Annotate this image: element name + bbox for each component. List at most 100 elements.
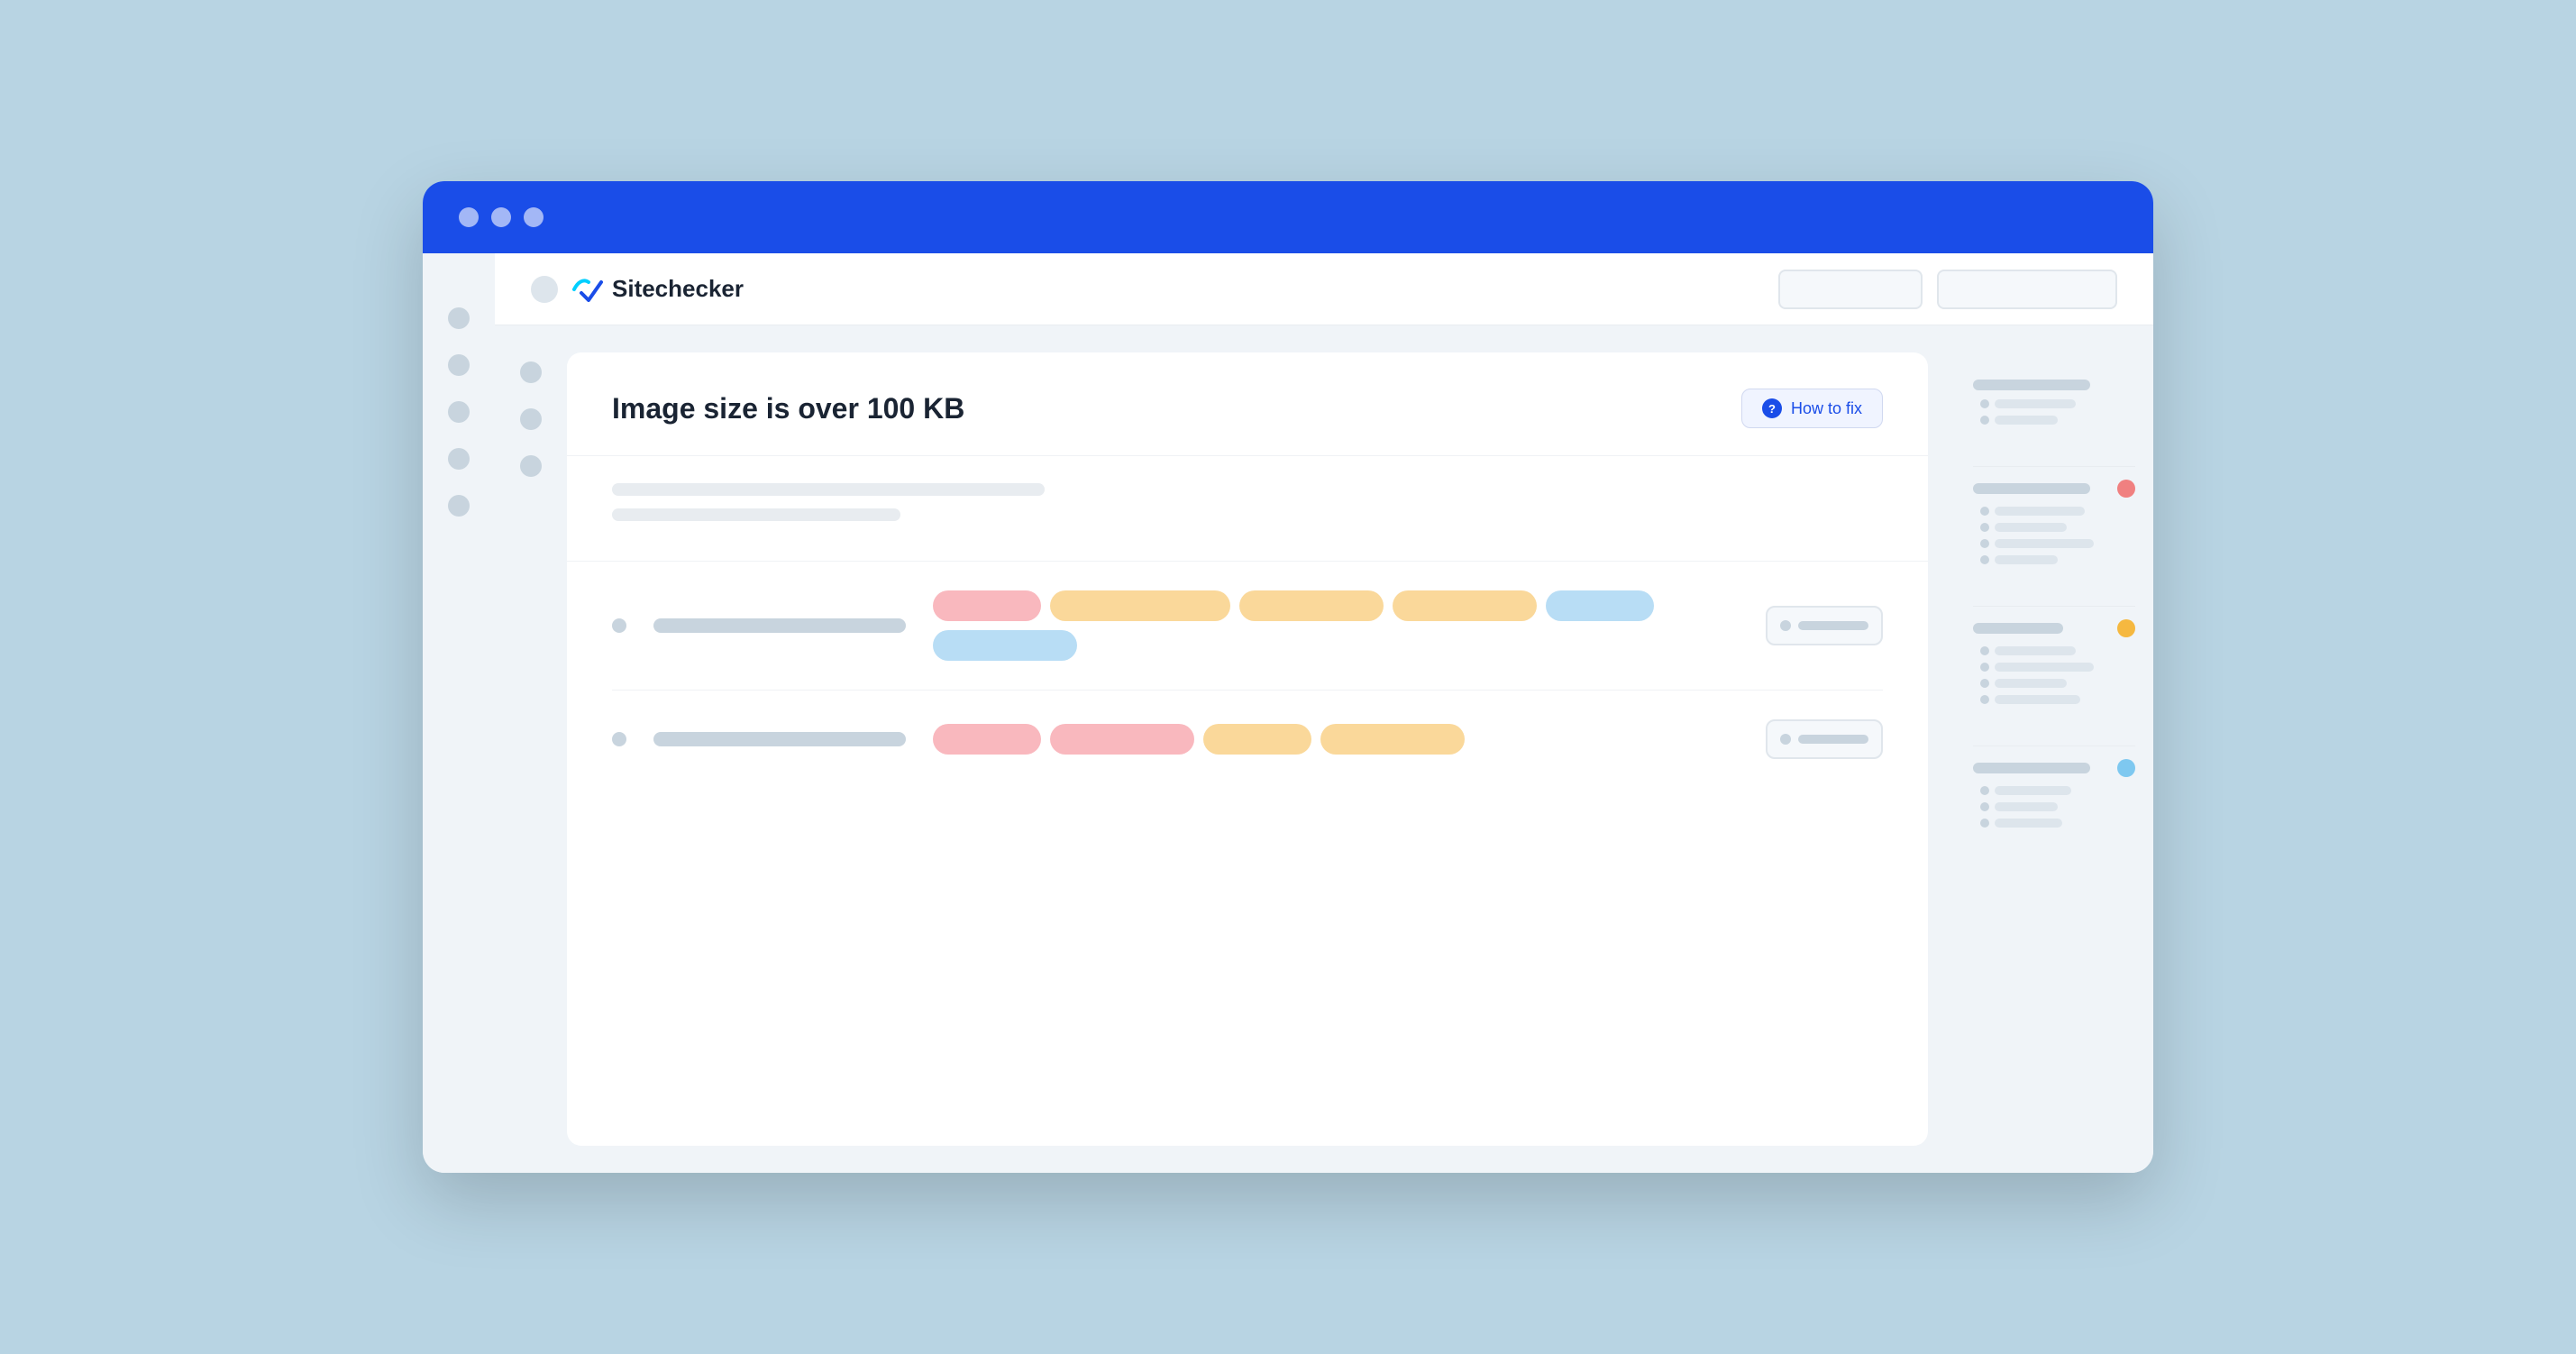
panel-nav-dot-2[interactable] (520, 408, 542, 430)
header-button-primary[interactable] (1778, 270, 1923, 309)
how-to-fix-button[interactable]: ? How to fix (1741, 389, 1883, 428)
sidebar-divider-1 (1973, 466, 2135, 467)
sidebar-sub-dot-3a (1980, 646, 1989, 655)
sidebar-row-2 (1973, 480, 2135, 498)
sidebar-sub-dot-3b (1980, 663, 1989, 672)
sidebar-sub-dot-2b (1980, 523, 1989, 532)
sidebar-sub-row-3d (1973, 695, 2135, 704)
logo-area: Sitechecker (531, 275, 1760, 303)
sidebar-sub-line-3c (1995, 679, 2067, 688)
tag-orange-5 (1320, 724, 1465, 755)
right-sidebar (1955, 352, 2153, 1146)
row-action-1[interactable] (1766, 606, 1883, 645)
how-to-fix-text: How to fix (1791, 399, 1862, 418)
sidebar-main-line-4 (1973, 763, 2090, 773)
browser-window: Sitechecker (423, 181, 2153, 1173)
description-area (567, 456, 1928, 562)
nav-dot-1[interactable] (448, 307, 470, 329)
nav-dot-5[interactable] (448, 495, 470, 517)
action-line-1 (1798, 621, 1868, 630)
tag-blue-1 (1546, 590, 1654, 621)
sidebar-sub-row-3a (1973, 646, 2135, 655)
logo-check: Sitechecker (571, 275, 744, 303)
sidebar-sub-row-4c (1973, 819, 2135, 828)
main-panel: Image size is over 100 KB ? How to fix (495, 325, 2153, 1173)
sidebar-sub-row-2b (1973, 523, 2135, 532)
tag-orange-1 (1050, 590, 1230, 621)
browser-body: Sitechecker (423, 253, 2153, 1173)
row-indicator-2 (612, 732, 626, 746)
traffic-light-minimize[interactable] (491, 207, 511, 227)
logo-circle (531, 276, 558, 303)
sidebar-sub-dot-2d (1980, 555, 1989, 564)
traffic-light-maximize[interactable] (524, 207, 544, 227)
sidebar-sub-row-2d (1973, 555, 2135, 564)
sidebar-sub-line-1a (1995, 399, 2076, 408)
sidebar-sub-row-2a (1973, 507, 2135, 516)
tag-orange-3 (1393, 590, 1537, 621)
action-dot-2 (1780, 734, 1791, 745)
traffic-light-close[interactable] (459, 207, 479, 227)
panel-nav-dot-3[interactable] (520, 455, 542, 477)
sidebar-sub-dot-3d (1980, 695, 1989, 704)
sidebar-row-3 (1973, 619, 2135, 637)
sidebar-sub-dot-2c (1980, 539, 1989, 548)
sidebar-divider-2 (1973, 606, 2135, 607)
sitechecker-logo-icon (571, 277, 603, 302)
sidebar-main-line-1 (1973, 380, 2090, 390)
row-tags-1 (933, 590, 1739, 661)
content-area: Sitechecker (495, 253, 2153, 1173)
sidebar-sub-line-2c (1995, 539, 2094, 548)
row-tags-2 (933, 724, 1739, 755)
sidebar-main-line-3 (1973, 623, 2063, 634)
row-action-2[interactable] (1766, 719, 1883, 759)
action-line-2 (1798, 735, 1868, 744)
sidebar-group-4 (1973, 759, 2135, 835)
how-to-fix-icon: ? (1762, 398, 1782, 418)
nav-dot-2[interactable] (448, 354, 470, 376)
sidebar-sub-row-3c (1973, 679, 2135, 688)
nav-dot-4[interactable] (448, 448, 470, 470)
sidebar-sub-line-3d (1995, 695, 2080, 704)
tag-pink-1 (933, 590, 1041, 621)
sidebar-group-3 (1973, 619, 2135, 711)
panel-nav-dot-1[interactable] (520, 361, 542, 383)
content-card: Image size is over 100 KB ? How to fix (567, 352, 1928, 1146)
sidebar-status-dot-red (2117, 480, 2135, 498)
sidebar-sub-row-4a (1973, 786, 2135, 795)
sidebar-sub-dot-4b (1980, 802, 1989, 811)
sidebar-sub-row-3b (1973, 663, 2135, 672)
header-bar: Sitechecker (495, 253, 2153, 325)
desc-line-1 (612, 483, 1045, 496)
left-nav-dots (495, 352, 567, 1146)
row-indicator-1 (612, 618, 626, 633)
issue-title: Image size is over 100 KB (612, 392, 964, 425)
sidebar-group-2 (1973, 480, 2135, 572)
sidebar-sub-line-2d (1995, 555, 2058, 564)
header-button-secondary[interactable] (1937, 270, 2117, 309)
left-sidebar (423, 253, 495, 1173)
header-buttons (1778, 270, 2117, 309)
sidebar-sub-line-3b (1995, 663, 2094, 672)
tag-orange-4 (1203, 724, 1311, 755)
sidebar-row-4 (1973, 759, 2135, 777)
row-url-1 (653, 618, 906, 633)
sidebar-sub-row-1b (1973, 416, 2135, 425)
sidebar-sub-row-4b (1973, 802, 2135, 811)
sidebar-sub-dot-2a (1980, 507, 1989, 516)
tag-blue-2 (933, 630, 1077, 661)
sidebar-sub-dot-1b (1980, 416, 1989, 425)
issue-header: Image size is over 100 KB ? How to fix (567, 352, 1928, 456)
sidebar-sub-dot-4a (1980, 786, 1989, 795)
browser-titlebar (423, 181, 2153, 253)
action-dot-1 (1780, 620, 1791, 631)
sidebar-main-line-2 (1973, 483, 2090, 494)
tag-pink-3 (1050, 724, 1194, 755)
sidebar-status-dot-orange (2117, 619, 2135, 637)
sidebar-sub-row-2c (1973, 539, 2135, 548)
sidebar-sub-row-1a (1973, 399, 2135, 408)
tag-pink-2 (933, 724, 1041, 755)
sidebar-sub-dot-1a (1980, 399, 1989, 408)
sidebar-group-1 (1973, 380, 2135, 432)
nav-dot-3[interactable] (448, 401, 470, 423)
